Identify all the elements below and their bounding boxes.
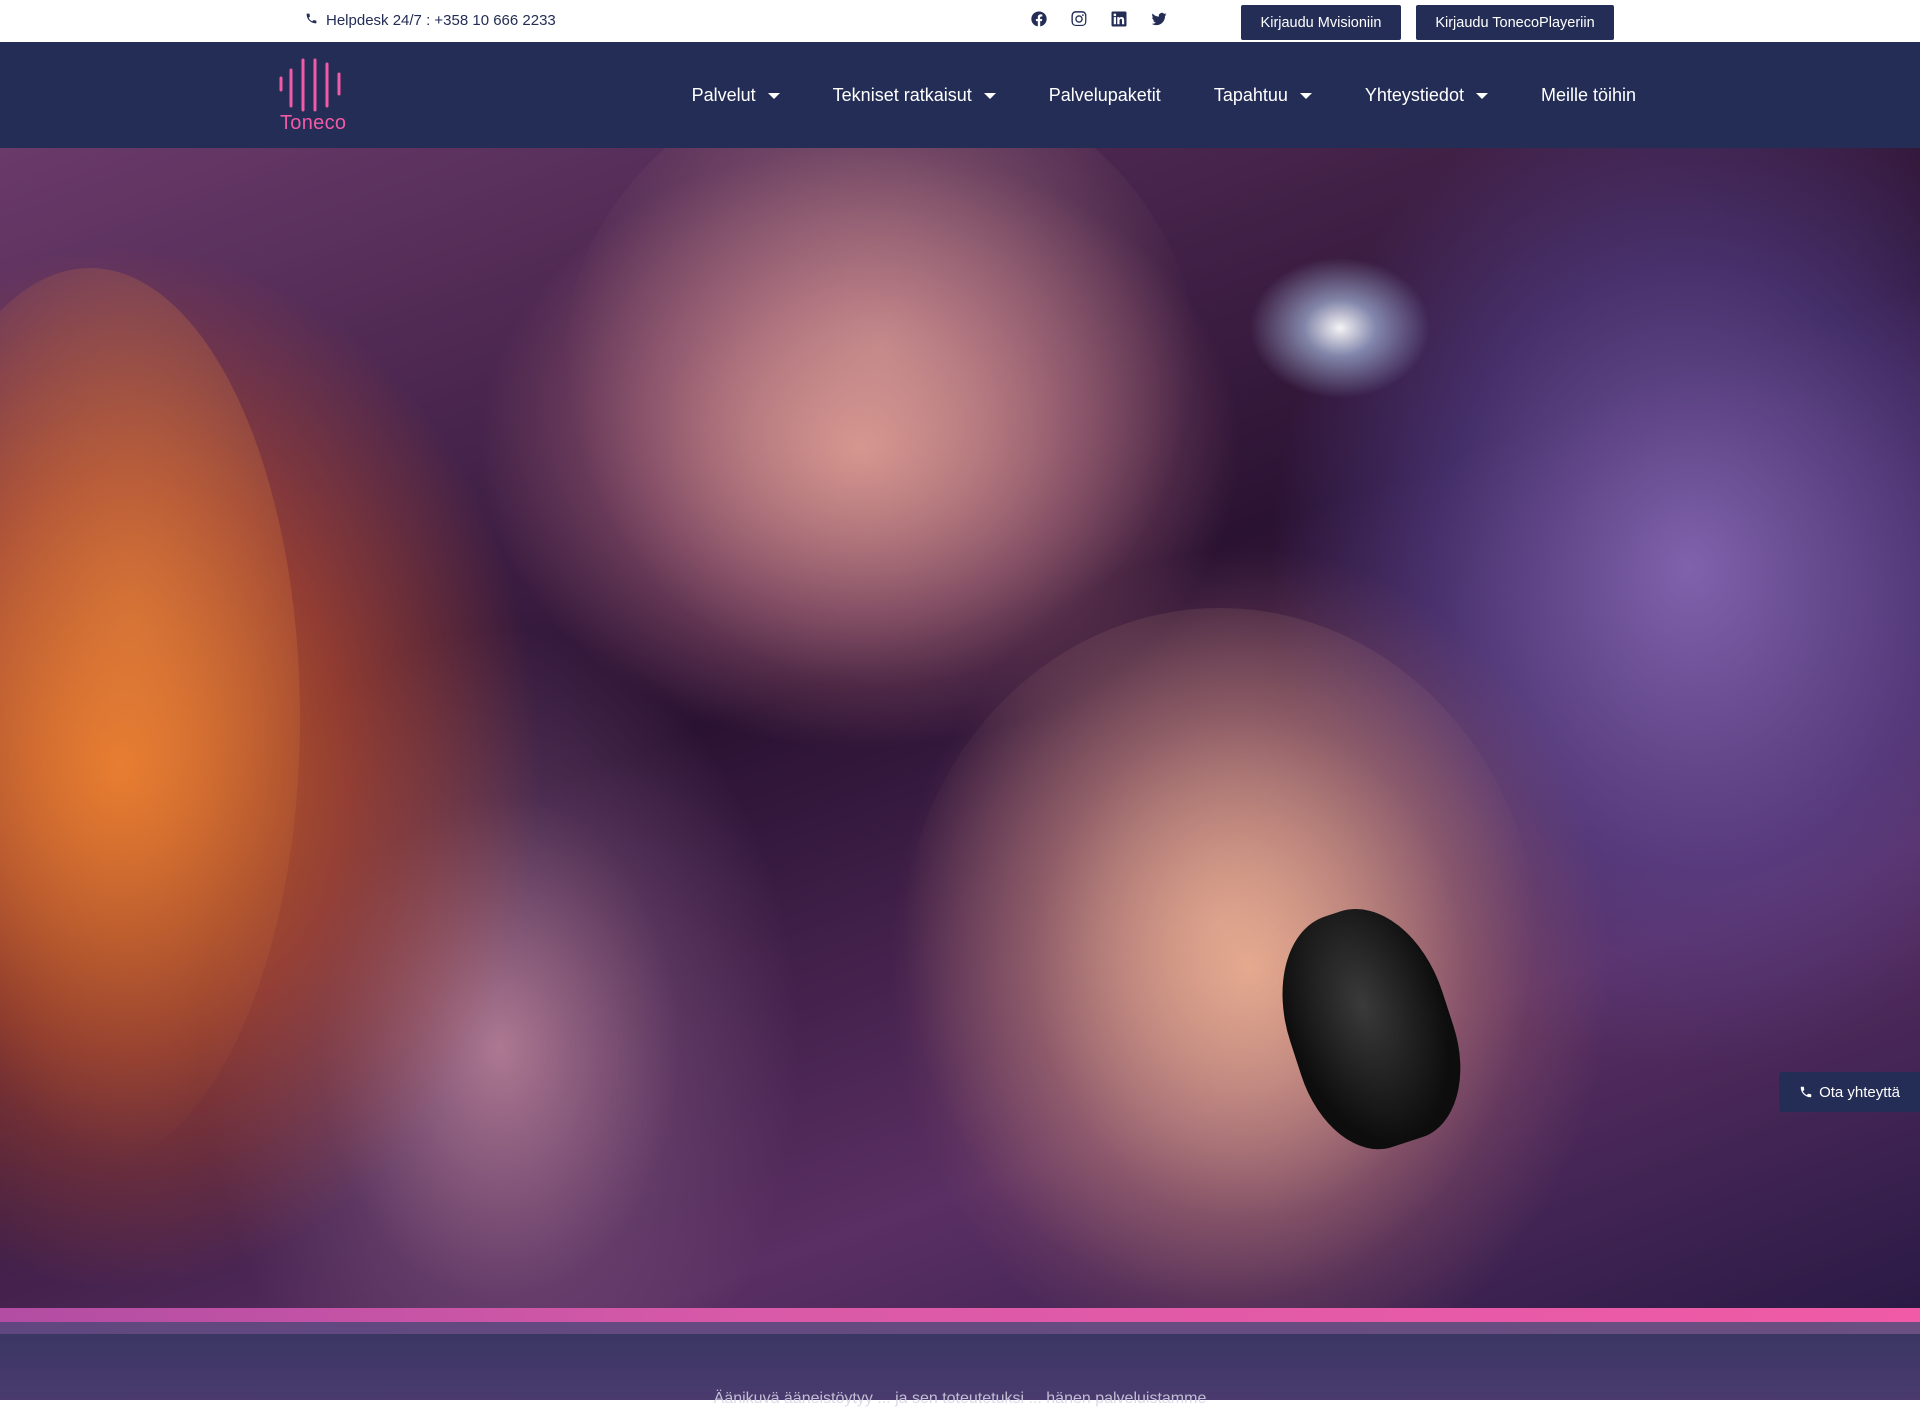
- main-nav: Palvelut Tekniset ratkaisut Palvelupaket…: [692, 42, 1636, 148]
- divider-band-purple: [0, 1322, 1920, 1334]
- hero-banner: Ota yhteyttä: [0, 148, 1920, 1308]
- nav-item-palvelut[interactable]: Palvelut: [692, 85, 780, 106]
- nav-item-meille-toihin[interactable]: Meille töihin: [1541, 85, 1636, 106]
- contact-tab-button[interactable]: Ota yhteyttä: [1779, 1072, 1920, 1112]
- contact-tab-label: Ota yhteyttä: [1819, 1083, 1900, 1101]
- linkedin-icon[interactable]: [1110, 10, 1128, 28]
- nav-item-palvelupaketit[interactable]: Palvelupaketit: [1049, 85, 1161, 106]
- nav-item-label: Yhteystiedot: [1364, 84, 1464, 105]
- nav-item-label: Meille töihin: [1540, 84, 1636, 105]
- logo-bars-icon: [279, 58, 341, 112]
- intro-section: Äänikuvä ääneistöytyy ... ja sen toteute…: [0, 1334, 1920, 1407]
- nav-item-tapahtuu[interactable]: Tapahtuu: [1214, 85, 1312, 106]
- chevron-down-icon: [983, 93, 996, 99]
- intro-text: Äänikuvä ääneistöytyy ... ja sen toteute…: [713, 1390, 1207, 1407]
- logo[interactable]: Toneco: [276, 54, 352, 138]
- phone-icon: [305, 12, 318, 29]
- hero-figure-singer: [900, 608, 1540, 1308]
- chevron-down-icon: [767, 93, 780, 99]
- helpdesk[interactable]: Helpdesk 24/7 : +358 10 666 2233: [305, 12, 556, 29]
- twitter-icon[interactable]: [1150, 10, 1168, 28]
- divider-band-pink: [0, 1308, 1920, 1322]
- nav-item-label: Tekniset ratkaisut: [832, 84, 972, 105]
- instagram-icon[interactable]: [1070, 10, 1088, 28]
- top-bar: Helpdesk 24/7 : +358 10 666 2233 Kirjaud…: [0, 0, 1920, 42]
- chevron-down-icon: [1475, 93, 1488, 99]
- facebook-icon[interactable]: [1030, 10, 1048, 28]
- nav-item-tekniset-ratkaisut[interactable]: Tekniset ratkaisut: [833, 85, 996, 106]
- phone-icon: [1800, 1086, 1812, 1098]
- login-mvision-button[interactable]: Kirjaudu Mvisioniin: [1241, 5, 1401, 40]
- login-tonecoplayer-button[interactable]: Kirjaudu TonecoPlayeriin: [1416, 5, 1614, 40]
- nav-item-label: Tapahtuu: [1213, 84, 1288, 105]
- helpdesk-text: Helpdesk 24/7 : +358 10 666 2233: [326, 12, 556, 29]
- nav-item-yhteystiedot[interactable]: Yhteystiedot: [1365, 85, 1488, 106]
- chevron-down-icon: [1299, 93, 1312, 99]
- logo-text: Toneco: [280, 112, 347, 134]
- social-links: [1030, 10, 1168, 28]
- main-navbar: Toneco Palvelut Tekniset ratkaisut Palve…: [0, 42, 1920, 148]
- nav-item-label: Palvelut: [691, 84, 756, 105]
- nav-item-label: Palvelupaketit: [1048, 84, 1161, 105]
